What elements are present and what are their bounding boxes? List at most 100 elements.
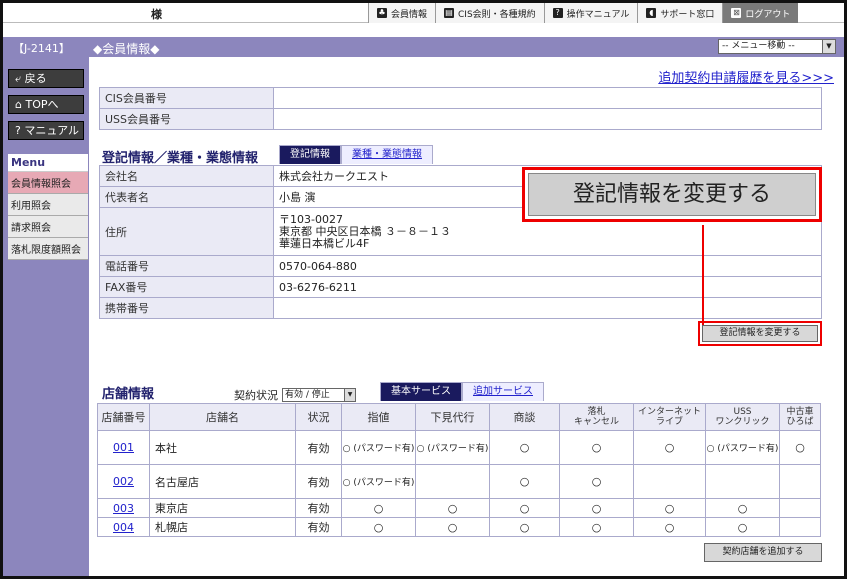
- service-cell: ○ (パスワード有): [705, 430, 780, 465]
- back-button[interactable]: ⤶ 戻る: [8, 69, 84, 88]
- menu-item-member-info[interactable]: 会員情報照会: [8, 172, 88, 194]
- history-link[interactable]: 追加契約申請履歴を見る>>>: [658, 67, 834, 86]
- nav-logout[interactable]: ⊠ ログアウト: [722, 3, 799, 23]
- member-number-table: CIS会員番号 USS会員番号: [99, 87, 822, 130]
- manual-button[interactable]: ? マニュアル: [8, 121, 84, 140]
- mobile-number: [273, 297, 822, 319]
- info-tabs: 登記情報 業種・業態情報: [279, 145, 433, 164]
- tab-business[interactable]: 業種・業態情報: [341, 145, 433, 164]
- col-header: 状況: [295, 403, 342, 431]
- table-row: 001 本社 有効 ○ (パスワード有) ○ (パスワード有) ○ ○ ○ ○ …: [97, 430, 821, 465]
- change-registration-button[interactable]: 登記情報を変更する: [702, 325, 818, 342]
- contract-select-value: 有効 / 停止: [285, 390, 330, 400]
- service-cell: [779, 498, 821, 518]
- col-header: 指値: [341, 403, 416, 431]
- shop-link[interactable]: 003: [113, 502, 134, 515]
- service-cell: ○: [559, 430, 634, 465]
- service-cell: ○ (パスワード有): [341, 464, 416, 499]
- col-header: 店舗番号: [97, 403, 150, 431]
- add-shop-button[interactable]: 契約店舗を追加する: [704, 543, 822, 562]
- change-button-highlight: 登記情報を変更する: [698, 321, 822, 346]
- cis-label: CIS会員番号: [99, 87, 274, 109]
- service-cell: ○: [341, 498, 416, 518]
- page-title: ◆会員情報◆: [93, 42, 160, 56]
- col-header: 中古車 ひろば: [779, 403, 821, 431]
- field-label: 代表者名: [99, 186, 274, 208]
- callout-label: 登記情報を変更する: [528, 173, 816, 216]
- shop-status: 有効: [295, 430, 342, 465]
- table-row: 002 名古屋店 有効 ○ (パスワード有) ○ ○: [97, 464, 821, 499]
- document-icon: ▤: [444, 8, 455, 18]
- field-label: 携帯番号: [99, 297, 274, 319]
- service-cell: [633, 464, 706, 499]
- service-cell: ○: [559, 498, 634, 518]
- shops-header-row: 店舗番号 店舗名 状況 指値 下見代行 商談 落札 キャンセル インターネット …: [97, 403, 821, 431]
- tab-extra-service[interactable]: 追加サービス: [462, 382, 544, 401]
- field-label: 住所: [99, 207, 274, 256]
- service-cell: [705, 464, 780, 499]
- callout-connector: [702, 225, 704, 330]
- nav-support[interactable]: ◖ サポート窓口: [637, 3, 723, 23]
- shop-link[interactable]: 002: [113, 475, 134, 488]
- service-cell: ○: [779, 430, 821, 465]
- nav-rules[interactable]: ▤ CIS会則・各種規約: [435, 3, 544, 23]
- shop-link[interactable]: 001: [113, 441, 134, 454]
- shops-table: 店舗番号 店舗名 状況 指値 下見代行 商談 落札 キャンセル インターネット …: [97, 403, 821, 537]
- col-header: 落札 キャンセル: [559, 403, 634, 431]
- cis-value: [273, 87, 822, 109]
- nav-label: 会員情報: [391, 9, 428, 20]
- field-label: 会社名: [99, 165, 274, 187]
- nav-label: 操作マニュアル: [566, 9, 630, 20]
- service-cell: ○ (パスワード有): [341, 430, 416, 465]
- service-cell: ○: [559, 464, 634, 499]
- service-cell: ○: [489, 498, 560, 518]
- service-cell: ○: [341, 517, 416, 537]
- service-cell: ○: [559, 517, 634, 537]
- menu-item-bid-limit[interactable]: 落札限度額照会: [8, 238, 88, 260]
- nav-label: サポート窓口: [660, 9, 715, 20]
- nav-member-info[interactable]: ♣ 会員情報: [368, 3, 436, 23]
- contract-select[interactable]: 有効 / 停止 ▼: [282, 388, 356, 402]
- uss-label: USS会員番号: [99, 108, 274, 130]
- shop-name: 本社: [149, 430, 296, 465]
- contract-label: 契約状況: [234, 389, 278, 402]
- user-name: 様: [151, 8, 162, 21]
- field-label: 電話番号: [99, 255, 274, 277]
- table-row: 004 札幌店 有効 ○ ○ ○ ○ ○ ○: [97, 517, 821, 537]
- service-cell: ○: [415, 517, 490, 537]
- tab-registration[interactable]: 登記情報: [279, 145, 341, 164]
- side-menu: Menu 会員情報照会 利用照会 請求照会 落札限度額照会: [8, 154, 88, 260]
- service-cell: ○: [415, 498, 490, 518]
- menu-item-usage[interactable]: 利用照会: [8, 194, 88, 216]
- shop-name: 東京店: [149, 498, 296, 518]
- menu-select[interactable]: -- メニュー移動 -- ▼: [718, 39, 836, 54]
- top-bar: 様 ♣ 会員情報 ▤ CIS会則・各種規約 ? 操作マニュアル ◖ サポート窓口 ⊠ ログ…: [3, 3, 844, 23]
- shop-link[interactable]: 004: [113, 521, 134, 534]
- col-header: 店舗名: [149, 403, 296, 431]
- shop-name: 名古屋店: [149, 464, 296, 499]
- address-line2: 華蓮日本橋ビル4F: [279, 236, 370, 250]
- service-cell: ○: [489, 517, 560, 537]
- top-button[interactable]: ⌂ TOPへ: [8, 95, 84, 114]
- tab-basic-service[interactable]: 基本サービス: [380, 382, 462, 401]
- service-cell: ○: [633, 430, 706, 465]
- col-header: 商談: [489, 403, 560, 431]
- change-callout: 登記情報を変更する: [522, 167, 822, 222]
- service-cell: ○: [489, 464, 560, 499]
- service-cell: ○: [705, 498, 780, 518]
- service-cell: ○ (パスワード有): [415, 430, 490, 465]
- main-content: 追加契約申請履歴を見る>>> CIS会員番号 USS会員番号 登記情報／業種・業…: [89, 57, 844, 576]
- service-cell: ○: [633, 498, 706, 518]
- nav-label: CIS会則・各種規約: [458, 9, 536, 20]
- service-cell: [779, 464, 821, 499]
- menu-item-billing[interactable]: 請求照会: [8, 216, 88, 238]
- service-cell: ○: [705, 517, 780, 537]
- nav-manual[interactable]: ? 操作マニュアル: [543, 3, 638, 23]
- top-nav: ♣ 会員情報 ▤ CIS会則・各種規約 ? 操作マニュアル ◖ サポート窓口 ⊠ ログアウ…: [368, 3, 799, 23]
- service-tabs: 基本サービス 追加サービス: [380, 382, 544, 401]
- shops-title: 店舗情報: [102, 387, 155, 402]
- service-cell: [779, 517, 821, 537]
- club-icon: ♣: [377, 8, 387, 18]
- logout-icon: ⊠: [731, 8, 742, 18]
- shop-status: 有効: [295, 517, 342, 537]
